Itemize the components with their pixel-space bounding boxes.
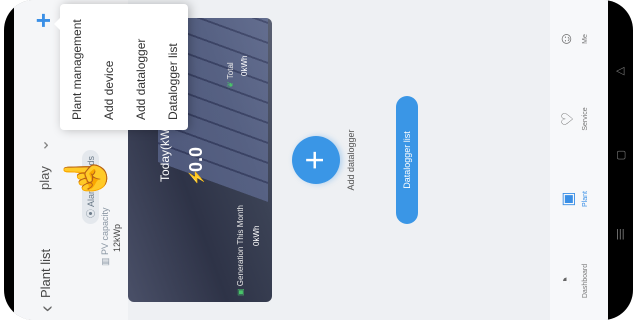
nav-recents-icon[interactable]: |||: [616, 228, 625, 240]
tab-service-label: Service: [582, 107, 589, 131]
plant-selector[interactable]: play: [37, 166, 52, 190]
tab-me-label: Me: [582, 34, 589, 44]
service-icon: ♡: [560, 111, 577, 127]
tab-service[interactable]: ♡ Service: [558, 84, 589, 154]
today-energy-value: 0.0: [186, 146, 206, 172]
tab-dashboard[interactable]: ◔ Dashboard: [558, 246, 589, 316]
rotated-app: ‹ Plant list play ⌄ + ⦿ Alandislands ▥ P…: [14, 0, 608, 320]
month-generation-label-text: Generation This Month: [236, 204, 245, 287]
datalogger-list-button[interactable]: Datalogger list: [396, 96, 418, 224]
plant-list-link[interactable]: Plant list: [38, 249, 53, 298]
pv-capacity-value: 12kWp: [112, 223, 122, 252]
phone-frame: ‹ Plant list play ⌄ + ⦿ Alandislands ▥ P…: [4, 0, 633, 320]
back-chevron-icon[interactable]: ‹: [36, 305, 59, 312]
pv-capacity-label-text: PV capacity: [100, 207, 110, 255]
menu-item-add-device[interactable]: Add device: [102, 61, 116, 120]
plant-icon: ▣: [560, 191, 577, 207]
tab-plant[interactable]: ▣ Plant: [558, 164, 589, 234]
leaf-icon: ❦: [226, 79, 235, 88]
add-menu-dropdown: Plant management Add device Add datalogg…: [54, 4, 188, 130]
month-generation-value: 0kWh: [252, 225, 261, 246]
chevron-down-icon[interactable]: ⌄: [33, 139, 53, 152]
app-screen: ‹ Plant list play ⌄ + ⦿ Alandislands ▥ P…: [14, 0, 608, 320]
dashboard-icon: ◔: [558, 276, 575, 286]
add-button[interactable]: +: [28, 13, 58, 28]
location-pin-icon: ⦿: [86, 206, 96, 218]
total-generation-label: ❦ Total: [226, 62, 235, 88]
month-generation-label: ▣ Generation This Month: [236, 205, 245, 296]
me-icon: ☺: [558, 30, 575, 48]
generation-icon: ▣: [236, 286, 245, 296]
nav-home-icon[interactable]: ▢: [616, 148, 626, 161]
tab-plant-label: Plant: [582, 191, 589, 207]
bottom-tab-bar: ◔ Dashboard ▣ Plant ♡ Service ☺ Me: [550, 0, 608, 320]
total-generation-label-text: Total: [226, 62, 235, 80]
dropdown-arrow: [54, 18, 60, 30]
menu-item-plant-management[interactable]: Plant management: [70, 19, 84, 120]
hand-pointer-icon: ☝: [64, 152, 109, 203]
add-datalogger-label: Add datalogger: [346, 129, 356, 191]
pv-capacity-label: ▥ PV capacity: [100, 207, 111, 266]
add-datalogger-button[interactable]: +: [292, 136, 340, 184]
nav-back-icon[interactable]: ◁: [616, 64, 624, 77]
menu-item-add-datalogger[interactable]: Add datalogger: [134, 39, 148, 120]
solar-panel-icon: ▥: [100, 254, 110, 266]
menu-item-datalogger-list[interactable]: Datalogger list: [166, 43, 180, 120]
total-generation-value: 0kWh: [240, 55, 249, 76]
tab-dashboard-label: Dashboard: [582, 263, 589, 299]
tab-me[interactable]: ☺ Me: [558, 4, 589, 74]
